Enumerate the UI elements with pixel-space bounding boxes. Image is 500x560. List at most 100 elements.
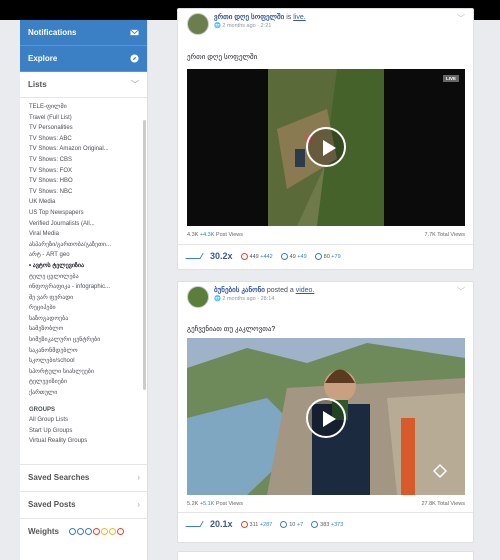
sidebar-item-saved-posts[interactable]: Saved Posts ›	[20, 491, 148, 517]
reactions-metric: 449 +442	[240, 252, 273, 260]
share-icon	[311, 520, 319, 528]
post-author-line: ბუნების კანონი posted a video.	[214, 286, 314, 294]
share-icon	[314, 252, 322, 260]
group-item[interactable]: Start Up Groups	[29, 426, 147, 437]
list-item[interactable]: TV Shows: ABC	[29, 134, 147, 145]
trend-sparkline-icon	[185, 253, 204, 259]
list-item[interactable]: TV Personalities	[29, 123, 147, 134]
weight-icon	[76, 528, 84, 535]
group-item[interactable]: Virtual Reality Groups	[29, 436, 147, 447]
list-item[interactable]: ინფოგრაფიკა - infographic...	[29, 282, 147, 293]
sidebar-item-saved-searches[interactable]: Saved Searches ›	[20, 464, 148, 490]
post-text: გეჩვენიათ თუ კაკლოვთა?	[187, 326, 276, 333]
post-time: 2 months ago · 2:21	[222, 23, 272, 29]
list-item[interactable]: • ავტოს ტელევიზია	[29, 261, 147, 272]
list-item[interactable]: ასპარეზი/გართობა/გაზეთი...	[29, 240, 147, 251]
post-views: 5.2K +5.1K Post Views	[187, 501, 244, 507]
list-item[interactable]: სამეზობლო	[29, 324, 147, 335]
multiplier: 30.2x	[210, 251, 233, 261]
post-header: ბუნების კანონი posted a video. 🌐 2 month…	[187, 286, 314, 308]
sidebar-item-notifications[interactable]: Notifications	[20, 20, 147, 46]
reactions-icon	[240, 252, 248, 260]
sidebar-scrollbar[interactable]	[143, 120, 146, 390]
post-timestamp: 🌐 2 months ago · 28:14	[214, 296, 275, 302]
video-player[interactable]	[187, 338, 465, 495]
lists-container: TELE-ფილმი Travel (Full List) TV Personali…	[20, 98, 147, 447]
reactions-metric: 311 +287	[240, 520, 272, 528]
post-metrics: 20.1x 311 +287 10 +7 383 +373	[185, 519, 343, 529]
sidebar: Notifications Explore Lists ﹀ TELE-ფილმი…	[20, 20, 148, 560]
video-player[interactable]: LIVE	[187, 69, 465, 226]
play-icon[interactable]	[306, 398, 346, 438]
post-action-link[interactable]: video.	[296, 287, 315, 294]
saved-searches-label: Saved Searches	[28, 473, 90, 482]
post-views-row: 5.2K +5.1K Post Views 27.8K Total Views	[187, 501, 465, 507]
list-item[interactable]: რეციპები	[29, 303, 147, 314]
list-item[interactable]: TV Shows: HBO	[29, 176, 147, 187]
post-menu-chevron-icon[interactable]: ﹀	[457, 286, 465, 297]
total-views: 27.8K Total Views	[421, 501, 465, 507]
lists-section-header[interactable]: Lists ﹀	[20, 72, 147, 98]
post-author[interactable]: ვრთი დღე სოფელში	[214, 14, 284, 21]
post-card: ვრთი დღე სოფელში is live. 🌐 2 months ago…	[177, 8, 475, 270]
list-item[interactable]: Travel (Full List)	[29, 113, 147, 124]
list-item[interactable]: საკანონმდებლო	[29, 346, 147, 357]
groups-heading: GROUPS	[29, 406, 56, 413]
sidebar-item-weights[interactable]: Weights	[20, 518, 148, 544]
post-action-link[interactable]: live.	[293, 14, 305, 21]
chevron-right-icon: ›	[137, 473, 140, 482]
lists-label: Lists	[28, 80, 47, 89]
list-item[interactable]: Verified Journalists (All...	[29, 219, 147, 230]
list-item[interactable]: TV Shows: CBS	[29, 155, 147, 166]
diamond-icon	[433, 464, 447, 478]
weight-icon	[100, 528, 108, 535]
post-author-line: ვრთი დღე სოფელში is live.	[214, 13, 306, 21]
post-menu-chevron-icon[interactable]: ﹀	[457, 13, 465, 24]
weight-icon	[116, 528, 124, 535]
list-item[interactable]: US Top Newspapers	[29, 208, 147, 219]
list-item[interactable]: TELE-ფილმი	[29, 102, 147, 113]
explore-label: Explore	[28, 54, 58, 63]
multiplier: 20.1x	[210, 519, 233, 529]
comments-metric: 49 +49	[280, 252, 307, 260]
list-item[interactable]: მე ვარ ფერადი	[29, 293, 147, 304]
list-item[interactable]: საზოგადოება	[29, 314, 147, 325]
comment-icon	[280, 252, 288, 260]
weight-icon	[108, 528, 116, 535]
play-icon[interactable]	[306, 127, 346, 167]
weight-icon	[68, 528, 76, 535]
avatar[interactable]	[187, 286, 209, 308]
list-item[interactable]: სკოლები/school	[29, 356, 147, 367]
avatar[interactable]	[187, 13, 209, 35]
sidebar-item-explore[interactable]: Explore	[20, 46, 147, 72]
post-timestamp: 🌐 2 months ago · 2:21	[214, 23, 272, 29]
post-time: 2 months ago · 28:14	[222, 296, 275, 302]
list-item[interactable]: TV Shows: FOX	[29, 166, 147, 177]
list-item[interactable]: UK Media	[29, 197, 147, 208]
post-card	[177, 551, 474, 560]
list-item[interactable]: სპორტული სიახლეები	[29, 367, 147, 378]
divider	[178, 244, 475, 245]
post-action-prefix: posted a	[266, 287, 294, 294]
list-item[interactable]: TV Shows: NBC	[29, 187, 147, 198]
list-item[interactable]: Viral Media	[29, 229, 147, 240]
list-item[interactable]: ტელე ცვლილება	[29, 272, 147, 283]
list-item[interactable]: TV Shows: Amazon Original...	[29, 144, 147, 155]
divider	[178, 512, 475, 513]
weight-icon	[92, 528, 100, 535]
shares-metric: 383 +373	[311, 520, 343, 528]
weights-label: Weights	[28, 527, 59, 536]
list-item[interactable]: ქართული	[29, 388, 147, 399]
live-badge: LIVE	[442, 75, 459, 82]
shares-metric: 80 +79	[314, 252, 341, 260]
post-text: ერთი დღე სოფელში	[187, 54, 258, 61]
list-item[interactable]: სიმუზიკალური ცენტრები	[29, 335, 147, 346]
weights-icons	[68, 528, 124, 535]
notifications-label: Notifications	[28, 28, 77, 37]
group-item[interactable]: All Group Lists	[29, 415, 147, 426]
list-item[interactable]: არტ - ART geo	[29, 250, 147, 261]
post-card: ბუნების კანონი posted a video. 🌐 2 month…	[177, 281, 475, 543]
list-item[interactable]: ტელევიზიები	[29, 377, 147, 388]
post-author[interactable]: ბუნების კანონი	[214, 287, 265, 294]
post-header: ვრთი დღე სოფელში is live. 🌐 2 months ago…	[187, 13, 306, 35]
